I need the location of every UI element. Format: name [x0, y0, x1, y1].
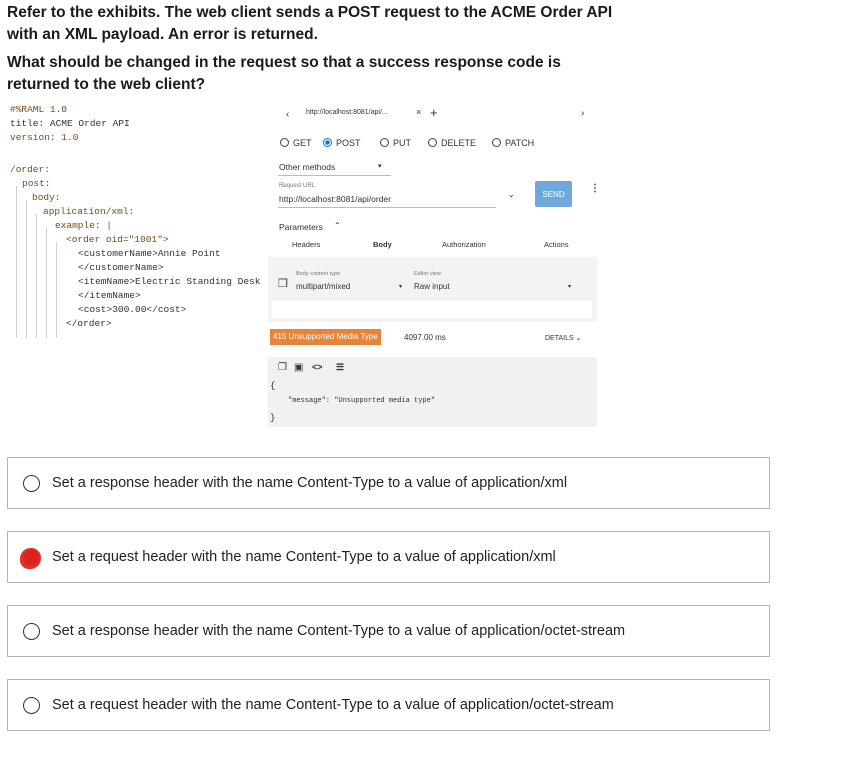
copy-icon[interactable]: ❐	[278, 277, 288, 290]
status-badge: 415 Unsupported Media Type	[270, 329, 381, 345]
chevron-down-icon[interactable]: ⌄	[508, 190, 515, 199]
response-panel: ❐ ▣ <> ☰ { "message": "Unsupported media…	[268, 357, 597, 427]
radio-icon[interactable]	[23, 622, 40, 640]
radio-icon	[280, 138, 289, 147]
back-arrow-icon[interactable]: ‹	[286, 109, 289, 120]
tab-headers[interactable]: Headers	[292, 240, 320, 249]
other-methods-select[interactable]: Other methods	[279, 162, 335, 172]
radio-icon	[380, 138, 389, 147]
raml-line: /order:	[10, 164, 50, 175]
indent-guide	[36, 214, 37, 338]
answer-option-1[interactable]: Set a response header with the name Cont…	[7, 457, 770, 509]
raml-line: </itemName>	[78, 290, 141, 301]
save-icon[interactable]: ▣	[294, 362, 303, 373]
radio-selected-icon[interactable]	[23, 548, 40, 566]
raml-line: <cost>300.00</cost>	[78, 304, 187, 315]
raml-line: <order oid="1001">	[66, 234, 169, 245]
response-message: "message": "Unsupported media type"	[288, 397, 436, 405]
radio-icon	[428, 138, 437, 147]
editor-view-select[interactable]: Raw input	[414, 282, 450, 291]
copy-icon[interactable]: ❐	[278, 362, 287, 373]
forward-arrow-icon[interactable]: ›	[581, 108, 584, 119]
radio-icon	[492, 138, 501, 147]
send-button[interactable]: SEND	[535, 181, 572, 207]
chevron-down-icon[interactable]: ▾	[378, 162, 382, 170]
chevron-down-icon[interactable]: ▾	[399, 283, 402, 290]
details-toggle[interactable]: DETAILS ⌄	[545, 334, 581, 342]
new-tab-icon[interactable]: +	[430, 105, 438, 120]
radio-icon[interactable]	[23, 474, 40, 492]
answer-option-label: Set a request header with the name Conte…	[52, 549, 556, 565]
radio-icon[interactable]	[23, 696, 40, 714]
raml-line: example: |	[55, 220, 113, 231]
answer-option-2[interactable]: Set a request header with the name Conte…	[7, 531, 770, 583]
request-url-input[interactable]: http://localhost:8081/api/order	[279, 194, 391, 204]
raml-line: </order>	[66, 318, 112, 329]
parameters-toggle[interactable]: Parameters	[279, 222, 323, 232]
body-content-type-label: Body content type	[296, 271, 341, 277]
tab-authorization[interactable]: Authorization	[442, 240, 486, 249]
raml-line: body:	[32, 192, 61, 203]
chevron-down-icon[interactable]: ▾	[568, 283, 571, 290]
tab-actions[interactable]: Actions	[544, 240, 569, 249]
response-brace: }	[270, 413, 276, 423]
method-delete[interactable]: DELETE	[428, 138, 476, 148]
divider	[278, 175, 391, 176]
method-post[interactable]: POST	[323, 138, 361, 148]
answer-option-label: Set a response header with the name Cont…	[52, 475, 568, 491]
close-tab-icon[interactable]: ×	[416, 107, 421, 117]
raml-line: version: 1.0	[10, 132, 79, 143]
answer-option-4[interactable]: Set a request header with the name Conte…	[7, 679, 770, 731]
editor-view-label: Editor view	[414, 271, 441, 277]
indent-guide	[56, 242, 57, 338]
divider	[278, 207, 496, 208]
indent-guide	[16, 186, 17, 338]
table-view-icon[interactable]: ☰	[336, 362, 344, 373]
question-prompt: What should be changed in the request so…	[7, 54, 561, 93]
raml-exhibit: #%RAML 1.0 title: ACME Order API version…	[10, 104, 266, 344]
body-panel: ❐ Body content type multipart/mixed ▾ Ed…	[268, 257, 597, 322]
tab-body[interactable]: Body	[373, 240, 392, 249]
chevron-up-icon[interactable]: ⌃	[334, 221, 341, 230]
browser-tab-title[interactable]: http://localhost:8081/api/...	[306, 109, 388, 116]
indent-guide	[26, 200, 27, 338]
raw-input-editor[interactable]	[272, 301, 592, 318]
raml-line: title: ACME Order API	[10, 118, 130, 129]
chevron-down-icon: ⌄	[575, 335, 582, 342]
request-url-label: Request URL	[279, 183, 316, 189]
body-content-type-select[interactable]: multipart/mixed	[296, 282, 350, 291]
method-patch[interactable]: PATCH	[492, 138, 534, 148]
method-get[interactable]: GET	[280, 138, 312, 148]
raml-line: <itemName>Electric Standing Desk	[78, 276, 261, 287]
question-intro: Refer to the exhibits. The web client se…	[7, 4, 613, 43]
code-view-icon[interactable]: <>	[312, 362, 323, 372]
answer-option-label: Set a response header with the name Cont…	[52, 623, 626, 639]
response-time: 4097.00 ms	[404, 333, 446, 342]
raml-line: #%RAML 1.0	[10, 104, 68, 115]
method-put[interactable]: PUT	[380, 138, 411, 148]
radio-selected-icon	[323, 138, 332, 147]
rest-client-exhibit: ‹ http://localhost:8081/api/... × + › GE…	[268, 100, 600, 427]
raml-line: </customerName>	[78, 262, 164, 273]
response-brace: {	[270, 381, 276, 391]
raml-line: post:	[22, 178, 51, 189]
more-vert-icon[interactable]: ⋮	[590, 184, 600, 194]
answer-option-3[interactable]: Set a response header with the name Cont…	[7, 605, 770, 657]
indent-guide	[46, 228, 47, 338]
raml-line: <customerName>Annie Point	[78, 248, 221, 259]
answer-option-label: Set a request header with the name Conte…	[52, 697, 614, 713]
raml-line: application/xml:	[43, 206, 135, 217]
